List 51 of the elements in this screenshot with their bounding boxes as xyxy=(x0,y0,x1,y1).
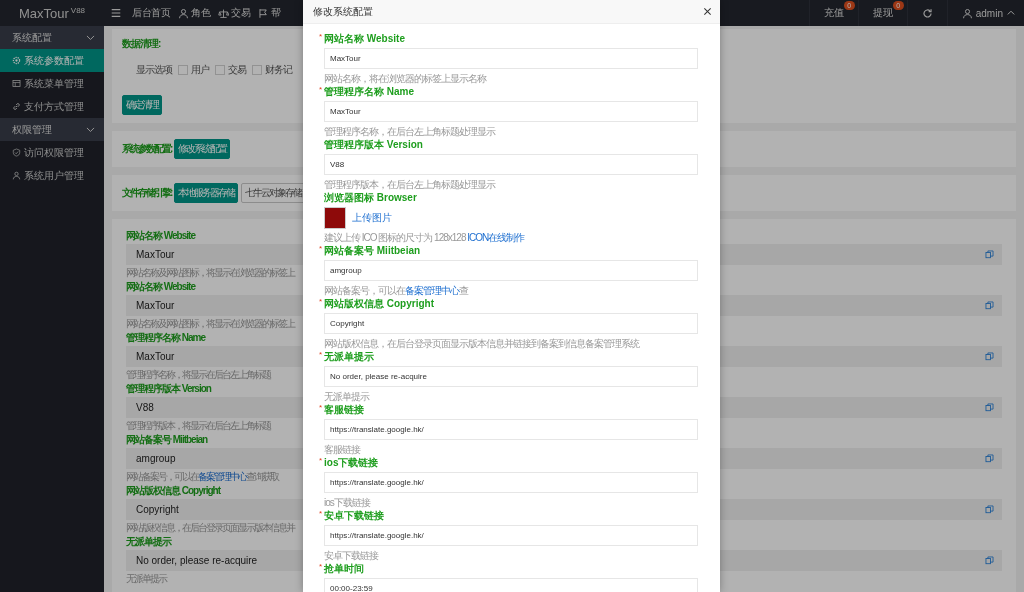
required-mark: * xyxy=(319,31,323,43)
checkbox-label: 财务记 xyxy=(265,63,292,77)
field-label: 管理程序名称 Name xyxy=(126,331,205,344)
checkbox-label: 交易 xyxy=(228,63,246,77)
field-hint: 建议上传 ICO 图标的尺寸为 128x128 ICON在线制作 xyxy=(324,231,525,244)
field-label: 无派单提示 xyxy=(126,535,171,548)
field-hint: 管理程序名称，将显示在后台左上角标题 xyxy=(126,369,270,381)
field-label: 网站版权信息 Copyright xyxy=(324,298,434,309)
field-hint: 安卓下载链接 xyxy=(324,549,378,562)
field-label: 浏览器图标 Browser xyxy=(324,192,417,203)
required-mark: * xyxy=(319,84,323,96)
field-label: 网站备案号 Miitbeian xyxy=(126,433,208,446)
required-mark: * xyxy=(319,349,323,361)
section-label: 数据清理: xyxy=(122,37,161,51)
required-mark: * xyxy=(319,296,323,308)
version-label: V88 xyxy=(70,5,86,15)
field-label: 网站版权信息 Copyright xyxy=(126,484,220,497)
section-label: 系统参数配置: xyxy=(122,142,172,156)
field-label: 网站名称 Website xyxy=(126,280,195,293)
field-label: 网站名称 Website xyxy=(324,33,405,44)
checkbox-label: 用户 xyxy=(191,63,209,77)
section-label: 文件存储引擎: xyxy=(122,186,172,200)
field-label: 客服链接 xyxy=(324,404,364,415)
field-label: ios下载链接 xyxy=(324,457,379,468)
field-label: 管理程序版本 Version xyxy=(324,139,423,150)
required-mark: * xyxy=(319,243,323,255)
field-hint: 网站备案号，可以在备案管理中心查询获取 xyxy=(126,471,278,483)
field-label: 无派单提示 xyxy=(324,351,374,362)
field-label: 抢单时间 xyxy=(324,563,364,574)
field-hint: 网站名称，将在浏览器的标签上显示名称 xyxy=(324,72,486,85)
field-hint: 管理程序版本，在后台左上角标题处理显示 xyxy=(324,178,495,191)
field-label: 安卓下载链接 xyxy=(324,510,384,521)
field-hint: ios下载链接 xyxy=(324,496,370,509)
app-logo: MaxTour xyxy=(18,5,69,21)
modal-title: 修改系统配置 xyxy=(313,4,373,19)
field-label: 管理程序版本 Version xyxy=(126,382,211,395)
field-hint: 管理程序版本，将显示在后台左上角标题 xyxy=(126,420,270,432)
field-label: 管理程序名称 Name xyxy=(324,86,414,97)
field-hint: 客服链接 xyxy=(324,443,360,456)
required-mark: * xyxy=(319,508,323,520)
field-hint: 网站版权信息，在后台登录页面显示版本信息并 xyxy=(126,522,294,534)
field-label: 网站名称 Website xyxy=(126,229,195,242)
required-mark: * xyxy=(319,455,323,467)
required-mark: * xyxy=(319,561,323,573)
field-hint: 网站版权信息，在后台登录页面显示版本信息并链接到备案到信息备案管理系统 xyxy=(324,337,639,350)
required-mark: * xyxy=(319,402,323,414)
field-label: 网站备案号 Miitbeian xyxy=(324,245,421,256)
field-hint: 无派单提示 xyxy=(324,390,369,403)
field-hint: 管理程序名称，在后台左上角标题处理显示 xyxy=(324,125,495,138)
field-hint: 网站备案号，可以在备案管理中心查 xyxy=(324,284,468,297)
option-label: 显示选项 xyxy=(136,63,172,77)
